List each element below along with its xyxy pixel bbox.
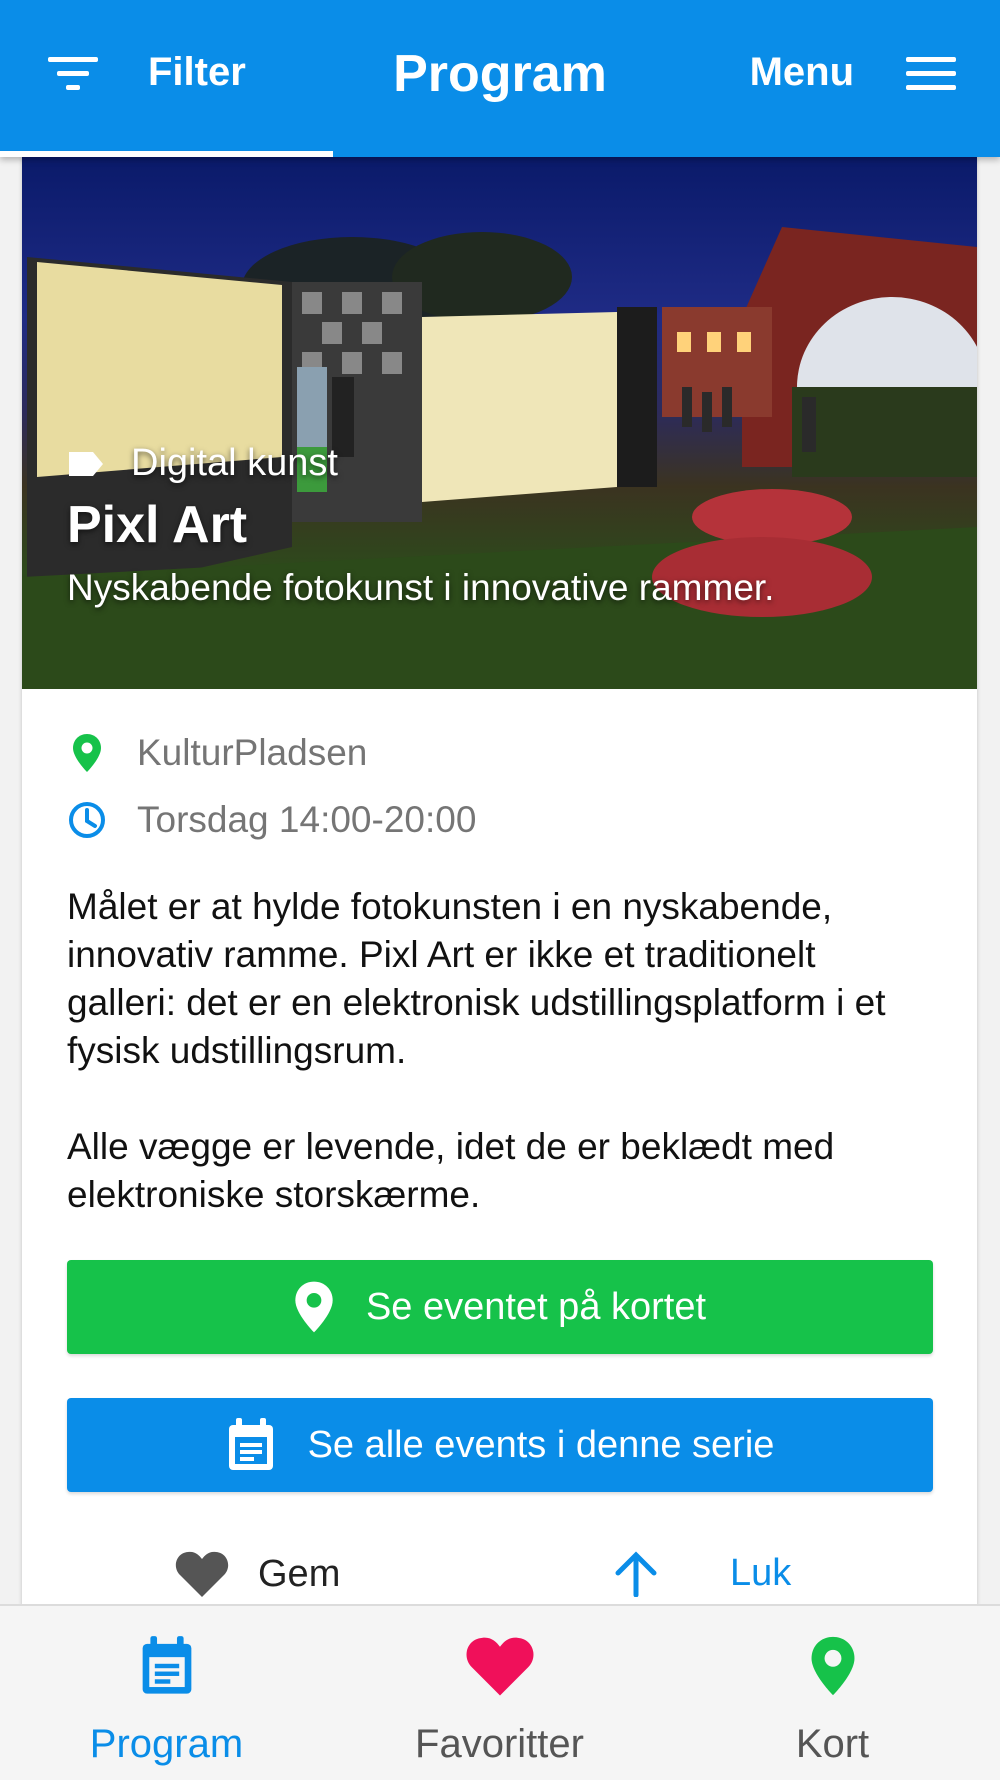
- nav-map-label: Kort: [795, 1722, 870, 1766]
- event-description-paragraph: Målet er at hylde fotokunsten i en nyska…: [67, 886, 886, 1071]
- menu-label: Menu: [749, 50, 854, 94]
- save-label: Gem: [258, 1552, 341, 1595]
- card-actions: Gem Luk: [22, 1549, 977, 1607]
- filter-button[interactable]: Filter: [48, 50, 246, 95]
- map-pin-icon: [295, 1281, 333, 1333]
- filter-label: Filter: [148, 50, 246, 94]
- nav-program-label: Program: [89, 1722, 244, 1766]
- nav-item-map[interactable]: Kort: [666, 1630, 999, 1767]
- close-button[interactable]: Luk: [612, 1549, 791, 1597]
- event-description-paragraph: Alle vægge er levende, idet de er beklæd…: [67, 1126, 835, 1215]
- filter-icon: [48, 56, 98, 90]
- event-time: Torsdag 14:00-20:00: [67, 786, 932, 853]
- heart-icon: [466, 1637, 533, 1696]
- show-on-map-button[interactable]: Se eventet på kortet: [67, 1260, 933, 1354]
- close-label: Luk: [730, 1551, 792, 1594]
- event-hero-image: Digital kunst Pixl Art Nyskabende fotoku…: [22, 157, 977, 689]
- save-button[interactable]: Gem: [174, 1549, 340, 1599]
- calendar-icon: [142, 1636, 191, 1694]
- event-time-label: Torsdag 14:00-20:00: [137, 798, 477, 840]
- top-app-bar: Filter Program Menu: [0, 0, 1000, 157]
- event-subtitle: Nyskabende fotokunst i innovative rammer…: [67, 567, 775, 608]
- hero-photo-illustration: [22, 227, 977, 689]
- map-pin-icon: [811, 1636, 854, 1696]
- tab-indicator: [0, 151, 333, 157]
- event-category: Digital kunst: [67, 442, 774, 485]
- see-series-label: Se alle events i denne serie: [307, 1423, 775, 1466]
- menu-button[interactable]: Menu: [750, 50, 956, 95]
- label-tag-icon: [69, 451, 103, 476]
- see-series-button[interactable]: Se alle events i denne serie: [67, 1398, 933, 1492]
- nav-favorites-label: Favoritter: [415, 1722, 584, 1766]
- calendar-icon: [228, 1418, 273, 1470]
- nav-item-program[interactable]: Program: [0, 1630, 333, 1767]
- nav-item-favorites[interactable]: Favoritter: [333, 1630, 666, 1767]
- bottom-navigation: Program Favoritter Kort: [0, 1604, 1000, 1780]
- hamburger-icon: [906, 56, 956, 90]
- hero-text: Digital kunst Pixl Art Nyskabende fotoku…: [67, 442, 774, 609]
- heart-icon: [175, 1551, 229, 1597]
- event-info: KulturPladsen Torsdag 14:00-20:00 Målet …: [22, 689, 977, 1219]
- arrow-up-icon: [615, 1551, 657, 1597]
- clock-icon: [69, 801, 105, 838]
- event-category-label: Digital kunst: [131, 442, 338, 484]
- event-card: Digital kunst Pixl Art Nyskabende fotoku…: [22, 157, 977, 1607]
- show-on-map-label: Se eventet på kortet: [365, 1285, 707, 1328]
- map-pin-icon: [73, 733, 101, 772]
- event-description: Målet er at hylde fotokunsten i en nyska…: [67, 883, 932, 1219]
- event-location-label: KulturPladsen: [137, 731, 368, 773]
- event-location: KulturPladsen: [67, 719, 932, 786]
- event-title: Pixl Art: [67, 496, 248, 554]
